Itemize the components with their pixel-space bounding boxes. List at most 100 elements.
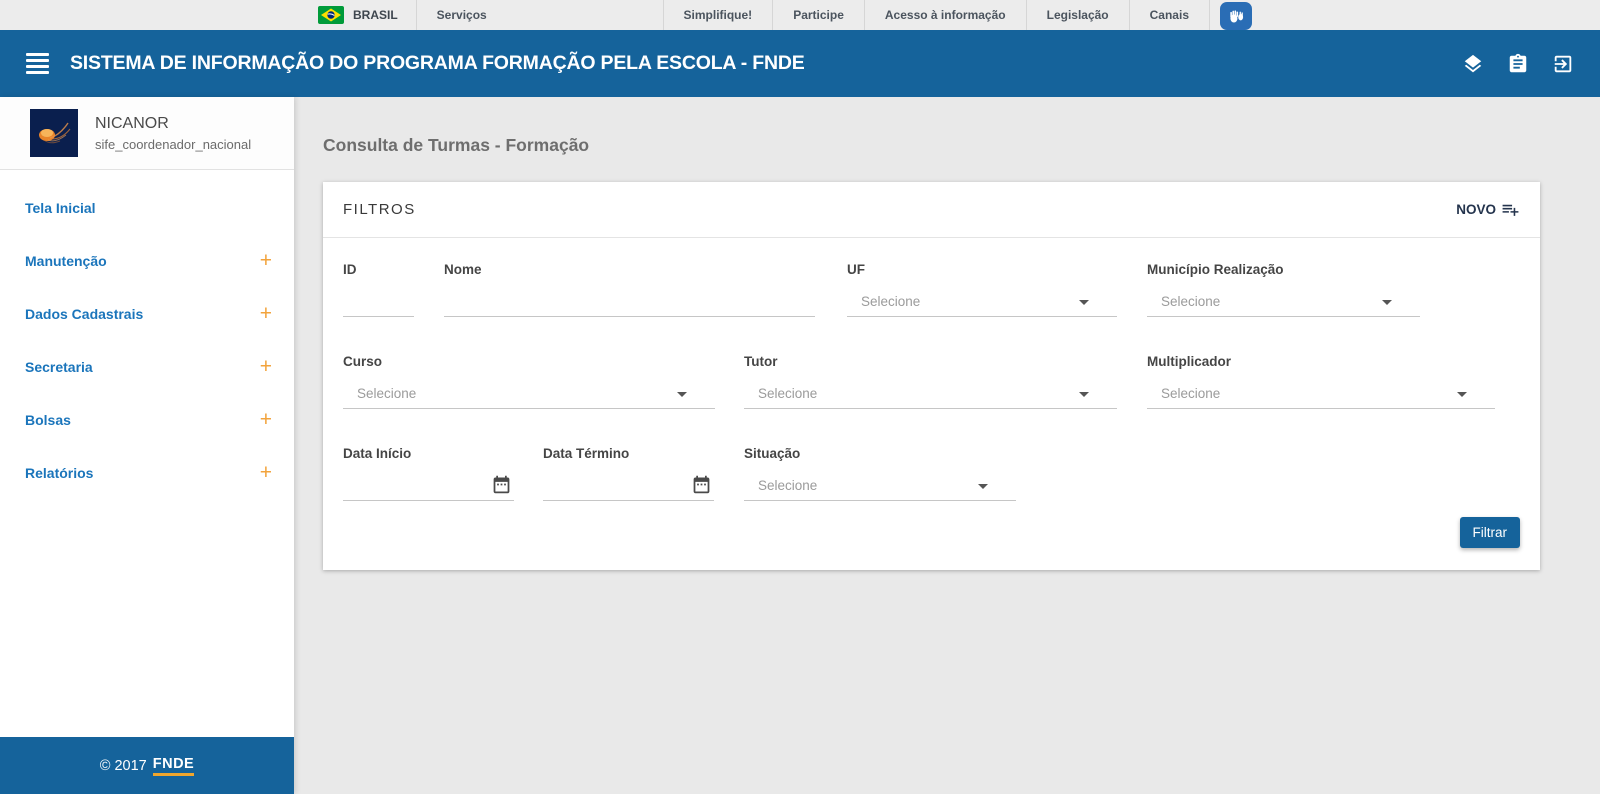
expand-plus-icon: + <box>259 302 272 325</box>
curso-select[interactable]: Selecione <box>343 379 715 409</box>
filtrar-button[interactable]: Filtrar <box>1459 517 1520 548</box>
municipio-select[interactable]: Selecione <box>1147 287 1420 317</box>
filters-body: ID Nome UF Selecione Município Realizaçã… <box>323 238 1540 570</box>
user-panel: NICANOR sife_coordenador_nacional <box>0 97 294 170</box>
sidebar-item-label: Bolsas <box>25 411 71 428</box>
id-input[interactable] <box>343 293 414 310</box>
sidebar-item-tela-inicial[interactable]: Tela Inicial <box>0 181 294 234</box>
page-title: Consulta de Turmas - Formação <box>323 135 590 155</box>
chevron-down-icon <box>1382 300 1392 305</box>
multiplicador-label: Multiplicador <box>1147 354 1231 369</box>
app-title: SISTEMA DE INFORMAÇÃO DO PROGRAMA FORMAÇ… <box>70 52 805 74</box>
nome-label: Nome <box>444 262 482 277</box>
govbar-divider <box>1209 0 1210 30</box>
sidebar-item-manutencao[interactable]: Manutenção + <box>0 234 294 287</box>
data-inicio-input[interactable] <box>343 477 514 494</box>
panel-actions: Filtrar <box>343 517 1520 548</box>
field-data-termino: Data Término <box>543 446 714 501</box>
filter-row-3: Data Início Data Término Situação Seleci… <box>343 446 1520 501</box>
servicos-link[interactable]: Serviços <box>417 0 507 30</box>
multiplicador-placeholder: Selecione <box>1161 386 1221 401</box>
curso-placeholder: Selecione <box>357 386 417 401</box>
clipboard-icon[interactable] <box>1507 53 1529 75</box>
situacao-select[interactable]: Selecione <box>744 471 1016 501</box>
data-termino-input[interactable] <box>543 477 714 494</box>
field-id: ID <box>343 262 414 317</box>
govbar-right-pad <box>1260 0 1600 30</box>
participe-link[interactable]: Participe <box>773 0 864 30</box>
chevron-down-icon <box>1079 300 1089 305</box>
menu-icon[interactable] <box>26 53 49 74</box>
sidebar-item-label: Dados Cadastrais <box>25 305 144 322</box>
brasil-label: BRASIL <box>353 8 398 22</box>
field-municipio: Município Realização Selecione <box>1147 262 1420 317</box>
situacao-placeholder: Selecione <box>758 478 818 493</box>
sidebar-item-secretaria[interactable]: Secretaria + <box>0 340 294 393</box>
expand-plus-icon: + <box>259 461 272 484</box>
expand-plus-icon: + <box>259 249 272 272</box>
main-content: Consulta de Turmas - Formação FILTROS NO… <box>294 97 1600 794</box>
govbar-spacer <box>507 0 663 30</box>
field-multiplicador: Multiplicador Selecione <box>1147 354 1495 409</box>
fnde-link[interactable]: FNDE <box>152 756 195 776</box>
novo-label: NOVO <box>1456 202 1496 217</box>
municipio-label: Município Realização <box>1147 262 1284 277</box>
sidebar: NICANOR sife_coordenador_nacional Tela I… <box>0 97 294 794</box>
filter-row-1: ID Nome UF Selecione Município Realizaçã… <box>343 262 1520 317</box>
filters-title: FILTROS <box>343 201 416 218</box>
expand-plus-icon: + <box>259 355 272 378</box>
novo-button[interactable]: NOVO <box>1456 200 1520 219</box>
field-situacao: Situação Selecione <box>744 446 1016 501</box>
gov-bar: BRASIL Serviços Simplifique! Participe A… <box>0 0 1600 30</box>
tutor-select[interactable]: Selecione <box>744 379 1117 409</box>
copyright-text: © 2017 <box>99 757 147 774</box>
tutor-placeholder: Selecione <box>758 386 818 401</box>
curso-label: Curso <box>343 354 383 369</box>
uf-placeholder: Selecione <box>861 294 921 309</box>
sidebar-item-dados-cadastrais[interactable]: Dados Cadastrais + <box>0 287 294 340</box>
acesso-informacao-link[interactable]: Acesso à informação <box>865 0 1026 30</box>
chevron-down-icon <box>677 392 687 397</box>
brazil-flag-icon <box>318 6 344 24</box>
field-nome: Nome <box>444 262 815 317</box>
field-curso: Curso Selecione <box>343 354 715 409</box>
field-uf: UF Selecione <box>847 262 1117 317</box>
id-label: ID <box>343 262 357 277</box>
layers-icon[interactable] <box>1462 53 1484 75</box>
calendar-icon[interactable] <box>491 474 512 495</box>
sidebar-item-bolsas[interactable]: Bolsas + <box>0 393 294 446</box>
situacao-label: Situação <box>744 446 801 461</box>
simplifique-link[interactable]: Simplifique! <box>664 0 773 30</box>
data-inicio-label: Data Início <box>343 446 412 461</box>
legislacao-link[interactable]: Legislação <box>1027 0 1129 30</box>
chevron-down-icon <box>1457 392 1467 397</box>
app-header: SISTEMA DE INFORMAÇÃO DO PROGRAMA FORMAÇ… <box>0 30 1600 97</box>
sidebar-footer: © 2017 FNDE <box>0 737 294 794</box>
sidebar-nav: Tela Inicial Manutenção + Dados Cadastra… <box>0 170 294 499</box>
logout-icon[interactable] <box>1552 53 1574 75</box>
uf-select[interactable]: Selecione <box>847 287 1117 317</box>
sidebar-item-label: Manutenção <box>25 252 107 269</box>
calendar-icon[interactable] <box>691 474 712 495</box>
header-icons <box>1462 53 1574 75</box>
vlibras-accessibility-button[interactable] <box>1220 1 1252 30</box>
filters-panel: FILTROS NOVO ID Nome UF Selecione Municí… <box>323 182 1540 570</box>
avatar <box>30 109 78 157</box>
filter-row-2: Curso Selecione Tutor Selecione Multipli… <box>343 354 1520 409</box>
field-data-inicio: Data Início <box>343 446 514 501</box>
nome-input[interactable] <box>444 293 815 310</box>
municipio-placeholder: Selecione <box>1161 294 1221 309</box>
govbar-left-pad <box>0 0 300 30</box>
sidebar-item-label: Tela Inicial <box>25 199 96 216</box>
uf-label: UF <box>847 262 865 277</box>
vlibras-hands-icon <box>1230 9 1244 22</box>
user-name: NICANOR <box>95 114 169 132</box>
brasil-gov-link[interactable]: BRASIL <box>300 0 416 30</box>
user-role: sife_coordenador_nacional <box>95 136 252 152</box>
multiplicador-select[interactable]: Selecione <box>1147 379 1495 409</box>
field-tutor: Tutor Selecione <box>744 354 1117 409</box>
sidebar-item-relatorios[interactable]: Relatórios + <box>0 446 294 499</box>
data-termino-label: Data Término <box>543 446 630 461</box>
tutor-label: Tutor <box>744 354 778 369</box>
canais-link[interactable]: Canais <box>1130 0 1209 30</box>
